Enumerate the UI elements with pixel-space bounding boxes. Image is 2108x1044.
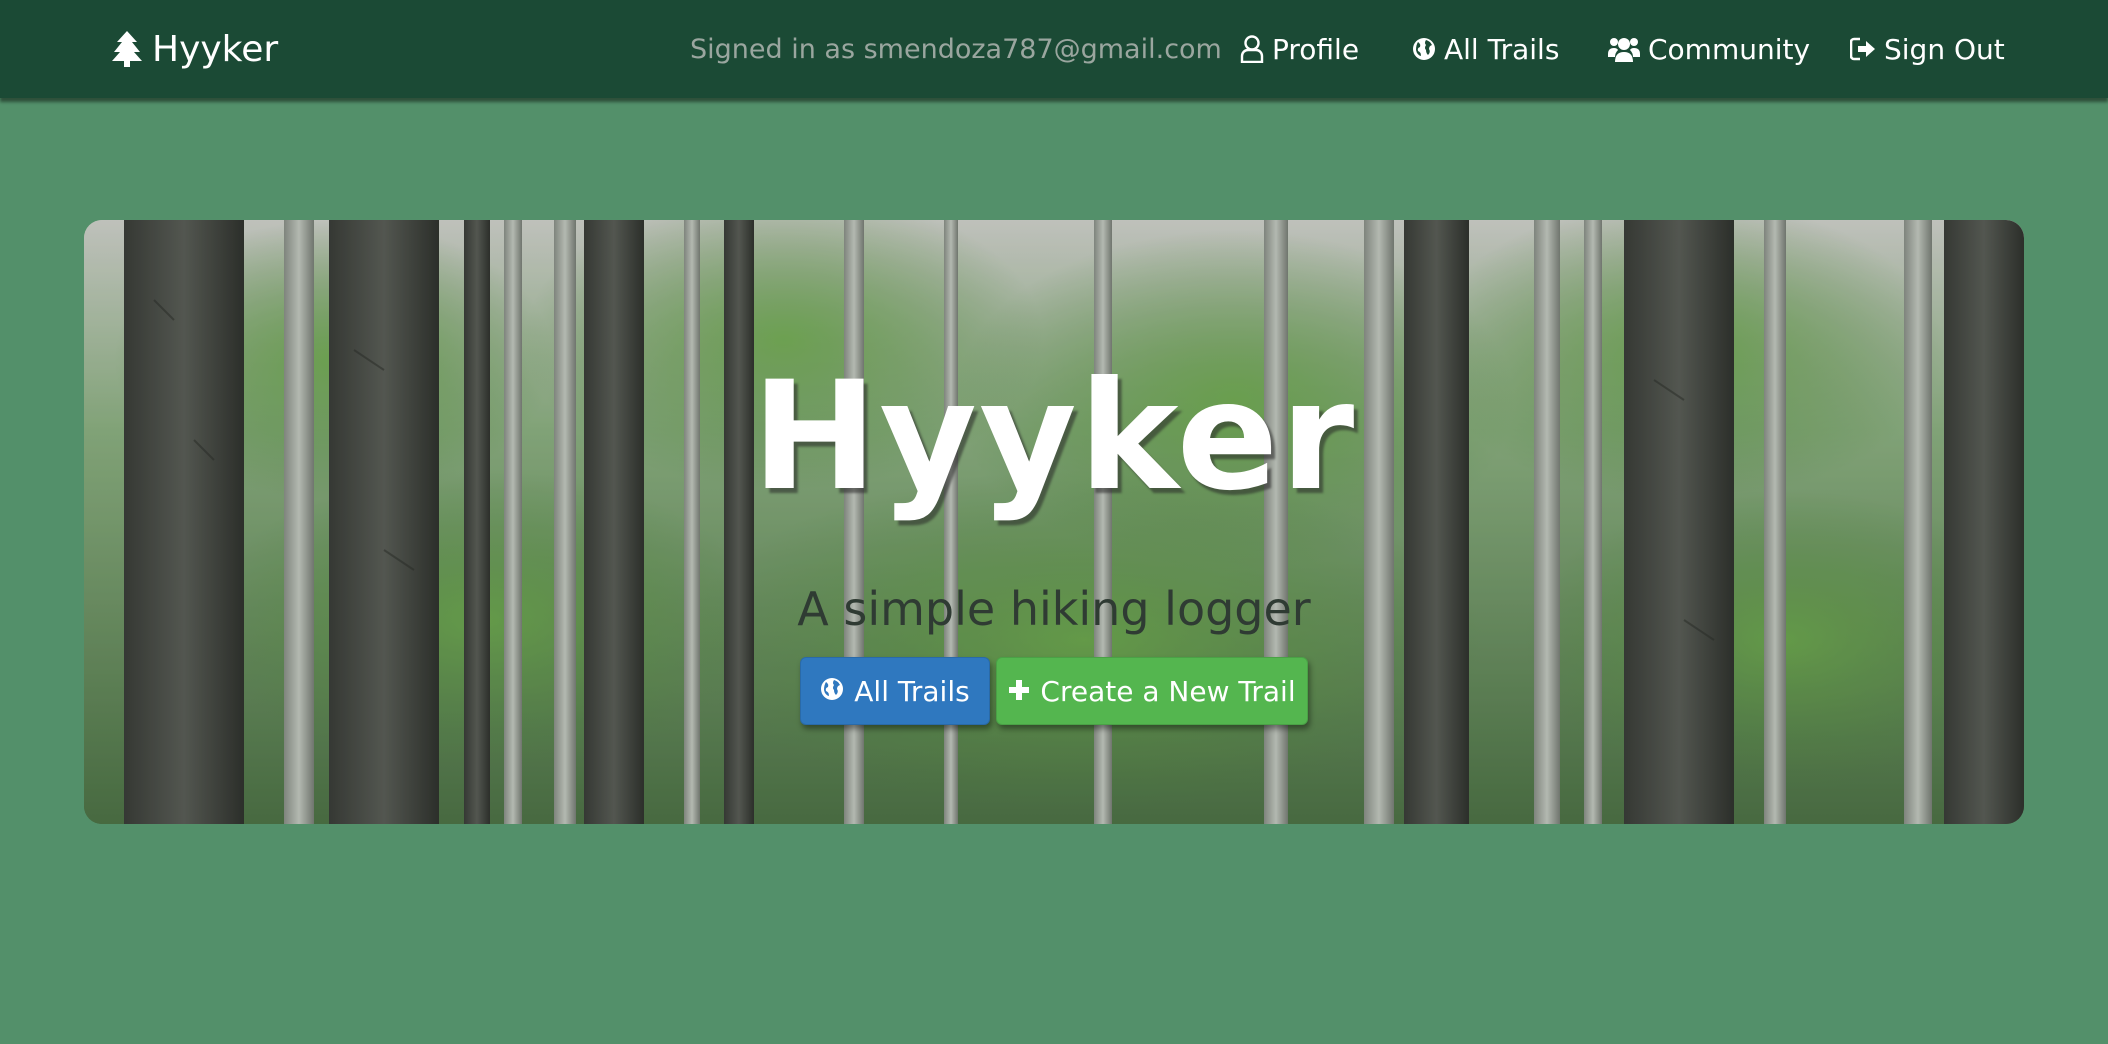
brand-link[interactable]: Hyyker <box>112 0 278 98</box>
nav-profile[interactable]: Profile <box>1240 0 1359 98</box>
hero-title: Hyyker <box>751 350 1357 524</box>
user-icon <box>1240 35 1264 63</box>
plus-icon <box>1008 675 1030 708</box>
hero-subtitle: A simple hiking logger <box>797 582 1311 636</box>
signed-in-text: Signed in as smendoza787@gmail.com <box>690 33 1222 65</box>
all-trails-button-label: All Trails <box>854 674 970 708</box>
nav-community-label: Community <box>1648 32 1811 66</box>
nav-sign-out-label: Sign Out <box>1884 32 2005 66</box>
navbar: Hyyker Signed in as smendoza787@gmail.co… <box>0 0 2108 98</box>
hero-jumbotron: Hyyker A simple hiking logger All Trails… <box>84 220 2024 824</box>
nav-sign-out[interactable]: Sign Out <box>1850 0 2005 98</box>
create-trail-button[interactable]: Create a New Trail <box>996 657 1308 725</box>
globe-icon <box>820 675 844 708</box>
nav-all-trails[interactable]: All Trails <box>1412 0 1559 98</box>
all-trails-button[interactable]: All Trails <box>800 657 990 725</box>
users-icon <box>1608 36 1640 62</box>
globe-icon <box>1412 37 1436 61</box>
create-trail-button-label: Create a New Trail <box>1040 674 1296 708</box>
nav-community[interactable]: Community <box>1608 0 1810 98</box>
brand-label: Hyyker <box>152 28 279 70</box>
nav-profile-label: Profile <box>1272 32 1360 66</box>
sign-out-icon <box>1850 37 1876 61</box>
tree-icon <box>112 31 142 67</box>
nav-all-trails-label: All Trails <box>1444 32 1560 66</box>
